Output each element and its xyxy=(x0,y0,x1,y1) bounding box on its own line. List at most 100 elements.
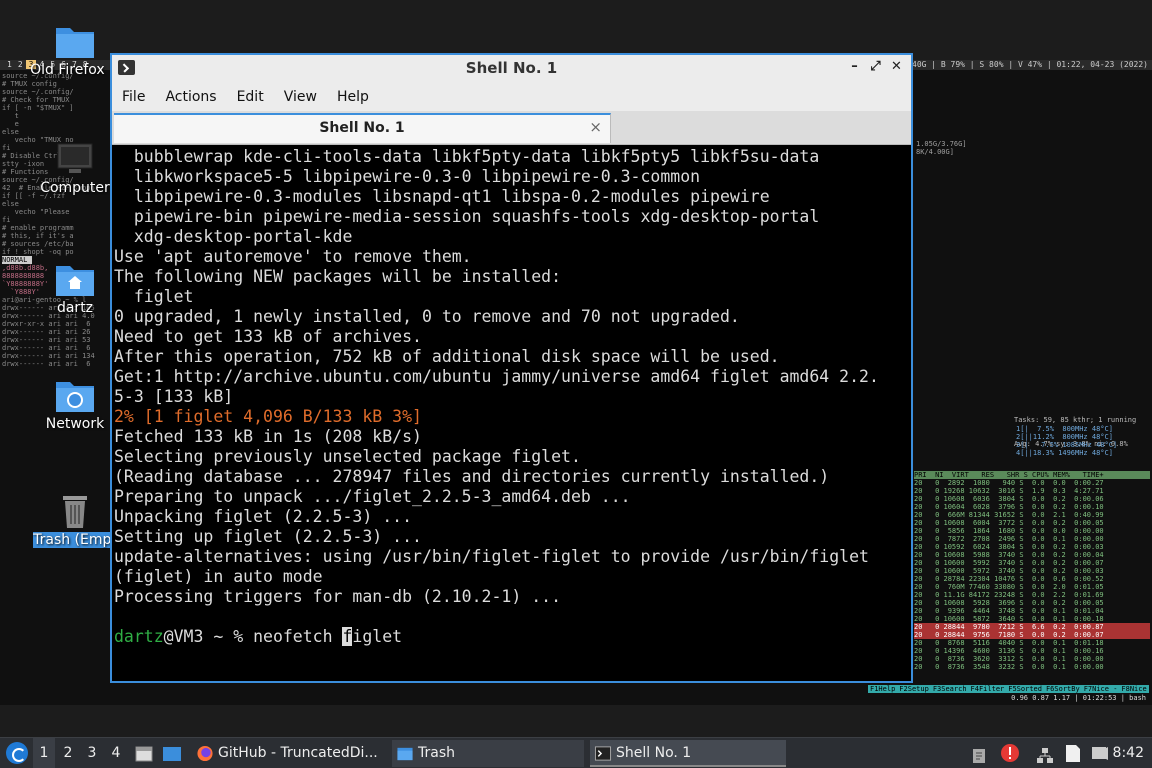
start-menu-button[interactable] xyxy=(6,742,28,764)
tmux-bottom-status: 0.96 0.87 1.17 | 01:22:53 | bash xyxy=(1011,694,1146,702)
clock[interactable]: 8:42 xyxy=(1113,738,1144,768)
pane-line: else xyxy=(2,128,19,136)
desktop-icon-old-firefox[interactable]: Old Firefox D xyxy=(27,22,123,78)
terminal-line: Fetched 133 kB in 1s (208 kB/s) xyxy=(114,427,422,446)
process-row: 20 0 10604 6028 3796 S 0.0 0.2 0:00.10 xyxy=(914,503,1104,511)
command-prompt[interactable]: dartz@VM3 ~ % neofetch figlet xyxy=(114,627,911,647)
firefox-icon xyxy=(197,745,213,762)
terminal-line: update-alternatives: using /usr/bin/figl… xyxy=(114,547,869,566)
notes-tray-icon[interactable] xyxy=(1064,744,1082,763)
process-row: 20 0 10608 6004 3772 S 0.0 0.2 0:00.05 xyxy=(914,519,1104,527)
clipboard-tray-icon[interactable] xyxy=(971,745,987,763)
close-window-button[interactable]: ✕ xyxy=(888,57,905,77)
terminal-line: figlet xyxy=(114,287,194,306)
task-shell[interactable]: Shell No. 1 xyxy=(590,740,786,767)
close-tab-icon[interactable]: × xyxy=(589,118,602,136)
task-trash[interactable]: Trash xyxy=(392,740,584,767)
terminal-output[interactable]: bubblewrap kde-cli-tools-data libkf5pty-… xyxy=(112,147,911,681)
task-label: GitHub - TruncatedDi... xyxy=(218,745,378,761)
cpu-meter: 1[| 7.5% 800MHz 48°C] xyxy=(1016,425,1113,433)
process-row: 20 0 11.1G 84172 23248 S 0.0 2.2 0:01.69 xyxy=(914,591,1104,599)
desktop-icon-label: Computer xyxy=(40,180,110,196)
terminal-line: xdg-desktop-portal-kde xyxy=(114,227,353,246)
htop-fkey: F7Nice - xyxy=(1081,685,1120,693)
process-row: 20 0 28784 22304 10476 S 0.0 0.6 0:00.52 xyxy=(914,575,1104,583)
file-manager-launcher-icon[interactable] xyxy=(134,744,154,764)
minimize-button[interactable]: – xyxy=(846,57,863,77)
terminal-line: Setting up figlet (2.2.5-3) ... xyxy=(114,527,422,546)
workspace-4[interactable]: 4 xyxy=(105,738,127,768)
computer-icon xyxy=(57,143,93,173)
menu-file[interactable]: File xyxy=(122,89,145,105)
network-icon xyxy=(56,382,94,412)
htop-cpu-meters: 1[| 7.5% 800MHz 48°C] 2[||11.2% 800MHz 48… xyxy=(1016,425,1150,457)
menu-edit[interactable]: Edit xyxy=(237,89,264,105)
tab-shell-1[interactable]: Shell No. 1 × xyxy=(114,113,611,143)
desktop-icon-label: Old Firefox D xyxy=(30,62,120,78)
pane-line: drwx------ ari ari 53 xyxy=(2,336,91,344)
network-tray-icon[interactable] xyxy=(1036,745,1054,763)
volume-tray-icon[interactable] xyxy=(1090,744,1110,763)
pane-line: drwx------ ari ari 6 xyxy=(2,344,91,352)
htop-process-table: PRI NI VIRT RES SHR S CPU% MEM% TIME+ 20 … xyxy=(914,471,1150,671)
process-row: 20 0 10608 5988 3740 S 0.0 0.2 0:00.04 xyxy=(914,551,1104,559)
pane-line: drwx------ ari ari 6 xyxy=(2,360,91,368)
task-firefox[interactable]: GitHub - TruncatedDi... xyxy=(192,740,384,767)
terminal-line: After this operation, 752 kB of addition… xyxy=(114,347,780,366)
pane-line: # this, if it's a xyxy=(2,232,74,240)
maximize-button[interactable]: ⤢ xyxy=(867,57,884,77)
htop-fkey: F3Search xyxy=(930,685,969,693)
pane-line: t xyxy=(2,112,19,120)
prompt-command: @VM3 ~ % neofetch xyxy=(163,627,343,646)
process-row: 20 0 760M 77460 33080 S 0.0 2.0 0:01.05 xyxy=(914,583,1104,591)
terminal-line: Get:1 http://archive.ubuntu.com/ubuntu j… xyxy=(114,367,879,386)
pane-line: drwx------ ari ari 134 xyxy=(2,352,95,360)
terminal-line: Use 'apt autoremove' to remove them. xyxy=(114,247,472,266)
process-row: 20 0 10600 5992 3740 S 0.0 0.2 0:00.07 xyxy=(914,559,1104,567)
workspace-3[interactable]: 3 xyxy=(81,738,103,768)
pane-line: e xyxy=(2,120,19,128)
taskbar: 1 2 3 4 GitHub - TruncatedDi... Trash Sh… xyxy=(0,737,1152,768)
htop-column-header: PRI NI VIRT RES SHR S CPU% MEM% TIME+ xyxy=(914,471,1150,479)
tab-bar: Shell No. 1 × xyxy=(112,111,911,145)
shell-window: Shell No. 1 – ⤢ ✕ File Actions Edit View… xyxy=(110,53,913,683)
desktop-icon-trash[interactable]: Trash (Empt xyxy=(27,492,123,548)
menu-view[interactable]: View xyxy=(284,89,317,105)
task-label: Trash xyxy=(418,745,455,761)
task-label: Shell No. 1 xyxy=(616,745,692,761)
pane-line: # TMUX config xyxy=(2,80,57,88)
window-titlebar[interactable]: Shell No. 1 – ⤢ ✕ xyxy=(112,55,911,82)
terminal-line: Preparing to unpack .../figlet_2.2.5-3_a… xyxy=(114,487,631,506)
show-desktop-icon[interactable] xyxy=(162,744,182,764)
terminal-line: (Reading database ... 278947 files and d… xyxy=(114,467,830,486)
tmux-tab: 2 xyxy=(17,60,23,69)
home-folder-icon xyxy=(56,266,94,296)
workspace-2[interactable]: 2 xyxy=(57,738,79,768)
process-row: 20 0 19268 10632 3016 S 1.9 0.3 4:27.71 xyxy=(914,487,1104,495)
menu-help[interactable]: Help xyxy=(337,89,369,105)
terminal-line: pipewire-bin pipewire-media-session squa… xyxy=(114,207,820,226)
pane-line: drwx------ ari ari 26 xyxy=(2,328,91,336)
process-row: 20 0 9396 4464 3748 S 0.0 0.1 0:01.04 xyxy=(914,607,1104,615)
process-row: 20 0 10600 5872 3640 S 0.0 0.1 0:00.18 xyxy=(914,615,1104,623)
trash-icon xyxy=(63,496,87,528)
terminal-line: libpipewire-0.3-modules libsnapd-qt1 lib… xyxy=(114,187,770,206)
desktop-icon-network[interactable]: Network xyxy=(27,376,123,432)
htop-fkey: F6SortBy xyxy=(1043,685,1082,693)
htop-summary: Tasks: 59, 85 kthr; 1 running xyxy=(1014,416,1137,424)
process-row: 20 0 10592 6024 3804 S 0.0 0.2 0:00.03 xyxy=(914,543,1104,551)
process-row: 20 0 28844 9756 7180 S 0.0 0.2 0:00.07 xyxy=(914,631,1150,639)
desktop-icon-computer[interactable]: Computer xyxy=(27,140,123,196)
desktop-icon-label: dartz xyxy=(56,300,94,316)
window-title: Shell No. 1 xyxy=(465,59,558,77)
cpu-meter: 3[| 7.5% 1085MHz 48°C] xyxy=(1016,441,1118,449)
folder-icon xyxy=(56,28,94,58)
workspace-1[interactable]: 1 xyxy=(33,738,55,768)
menu-actions[interactable]: Actions xyxy=(165,89,216,105)
htop-fkey: F4Filter xyxy=(968,685,1007,693)
update-alert-icon[interactable] xyxy=(1000,743,1020,763)
pane-line: else xyxy=(2,200,19,208)
desktop-icon-dartz[interactable]: dartz xyxy=(27,260,123,316)
terminal-line: The following NEW packages will be insta… xyxy=(114,267,562,286)
pane-line: fi xyxy=(2,216,11,224)
